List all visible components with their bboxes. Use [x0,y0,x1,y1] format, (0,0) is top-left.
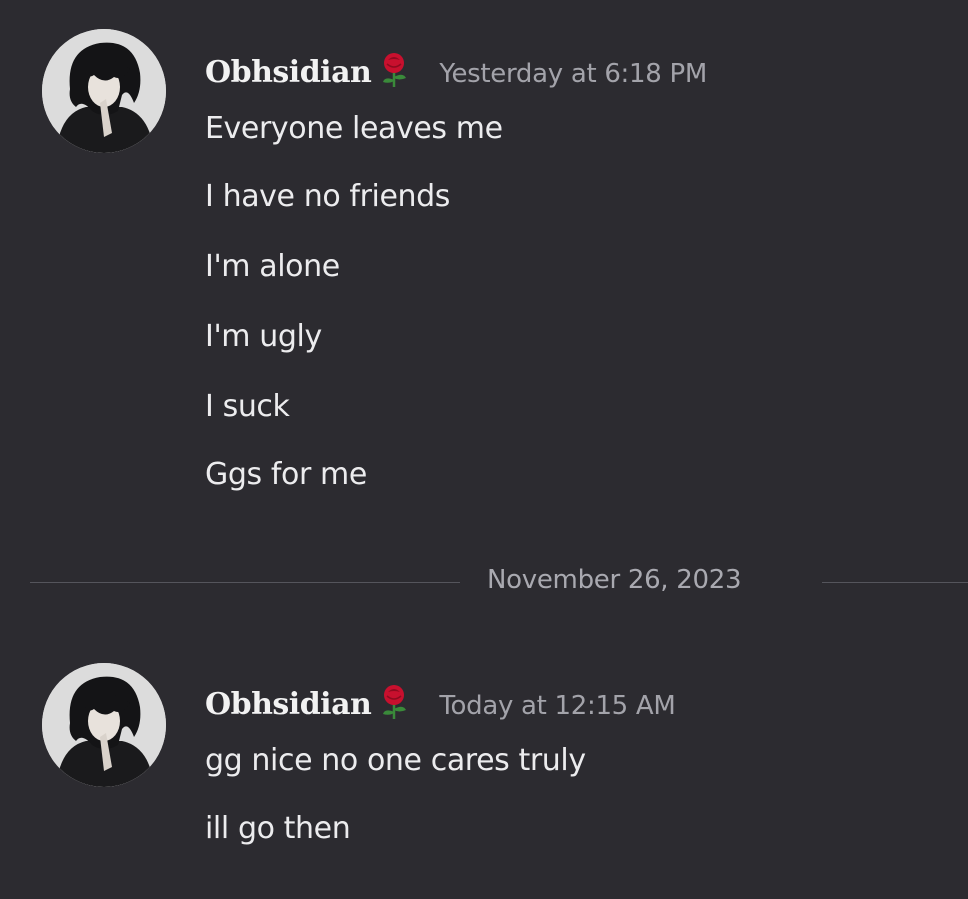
message-header: Obhsidian Yesterday at 6:18 PM [205,46,707,90]
username[interactable]: Obhsidian [205,55,372,90]
divider-line-left [30,582,460,583]
avatar-image [42,29,166,153]
rose-icon [379,684,409,720]
avatar[interactable] [42,29,166,153]
timestamp: Today at 12:15 AM [439,691,676,721]
date-divider: November 26, 2023 [0,560,968,604]
message-header: Obhsidian Today at 12:15 AM [205,678,676,722]
message-line: I have no friends [205,179,451,214]
username[interactable]: Obhsidian [205,687,372,722]
avatar-image [42,663,166,787]
message-line: Ggs for me [205,457,367,492]
message-line: ill go then [205,811,351,846]
message-line: I'm ugly [205,319,322,354]
message-line: I suck [205,389,290,424]
avatar[interactable] [42,663,166,787]
message-line: gg nice no one cares truly [205,743,586,778]
message-line: Everyone leaves me [205,111,503,146]
chat-window: Obhsidian Yesterday at 6:18 PM Everyone … [0,0,968,899]
timestamp: Yesterday at 6:18 PM [439,59,707,89]
rose-icon [379,52,409,88]
divider-line-right [822,582,968,583]
divider-date-label: November 26, 2023 [487,565,742,595]
message-line: I'm alone [205,249,340,284]
